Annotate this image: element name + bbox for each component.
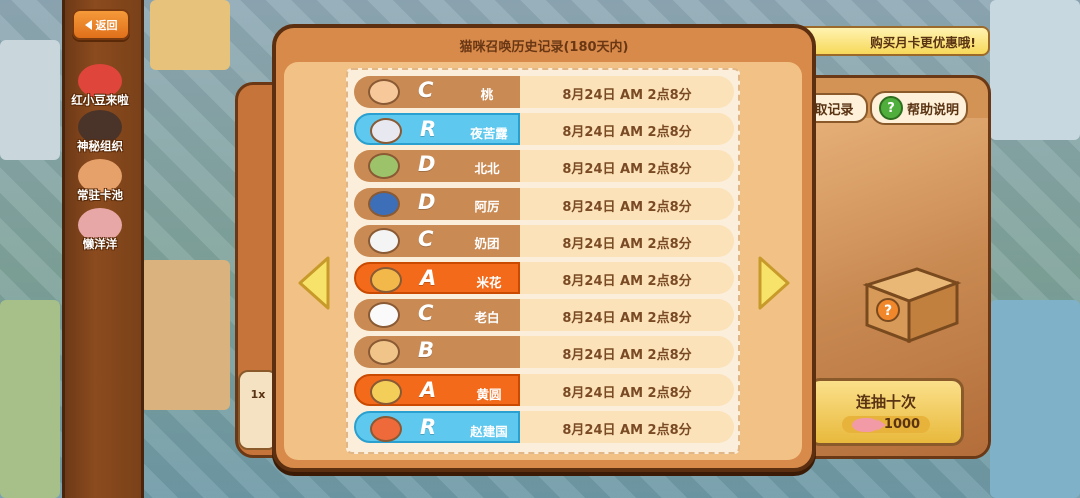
- price-value: 1000: [883, 417, 921, 432]
- grade-letter: C: [418, 226, 434, 251]
- grade-tag: A 黄圆: [354, 373, 520, 406]
- back-button[interactable]: 返回: [72, 9, 130, 40]
- history-row: A 米花 8月24日 AM 2点8分: [354, 262, 734, 294]
- cat-avatar-icon: [370, 118, 402, 145]
- cat-name: 奶团: [474, 235, 500, 251]
- grade-tag: A 米花: [354, 262, 520, 294]
- cat-name: 赵建国: [470, 423, 508, 439]
- grade-letter: R: [420, 117, 437, 142]
- mystery-box-icon: ?: [862, 267, 962, 343]
- grade-letter: C: [418, 301, 434, 326]
- grade-letter: D: [418, 152, 436, 177]
- help-label: 帮助说明: [906, 102, 959, 118]
- grade-letter: R: [420, 414, 437, 439]
- cat-avatar-icon: [370, 415, 402, 442]
- modal-title: 猫咪召唤历史记录(180天内): [459, 40, 629, 55]
- summon-history-modal: 猫咪召唤历史记录(180天内) C 桃 8月24日 AM 2点8分 R 夜苦露 8月24日…: [272, 24, 816, 472]
- grade-tag: C 老白: [354, 299, 520, 332]
- building: [0, 40, 60, 160]
- help-button[interactable]: ? 帮助说明: [870, 91, 968, 125]
- cat-avatar-icon: [368, 190, 400, 217]
- cat-avatar-icon: [370, 267, 402, 293]
- grade-tag: B: [354, 336, 520, 369]
- svg-text:?: ?: [884, 303, 892, 319]
- cat-avatar-icon: [368, 302, 400, 329]
- grade-tag: C 奶团: [354, 224, 520, 257]
- summon-time: 8月24日 AM 2点8分: [562, 274, 692, 289]
- left-arrow-icon: [298, 256, 330, 310]
- building: [990, 0, 1080, 140]
- cat-name: 桃: [480, 87, 494, 102]
- sidebar-item-hongxiaodou[interactable]: 红小豆来啦: [64, 62, 136, 110]
- cat-avatar-icon: [368, 339, 400, 366]
- grade-tag: C桃: [354, 76, 520, 108]
- summon-time: 8月24日 AM 2点8分: [562, 348, 692, 364]
- grade-letter: D: [418, 189, 436, 214]
- history-row: D 阿厉 8月24日 AM 2点8分: [354, 187, 734, 220]
- cat-avatar-icon: [368, 227, 400, 254]
- history-row: A 黄圆 8月24日 AM 2点8分: [354, 373, 734, 406]
- records-label: 取记录: [814, 102, 854, 118]
- monthly-card-banner[interactable]: 购买月卡更优惠哦!: [790, 26, 990, 56]
- cat-name: 夜苦露: [470, 126, 508, 142]
- help-question-icon: ?: [878, 96, 903, 120]
- cat-name: 米花: [476, 275, 502, 290]
- history-row: D 北北 8月24日 AM 2点8分: [354, 150, 734, 183]
- history-list[interactable]: C 桃 8月24日 AM 2点8分 R 夜苦露 8月24日 AM 2点8分 D 北北 8月24日…: [346, 68, 740, 454]
- sidebar-item-permanent-pool[interactable]: 常驻卡池: [64, 157, 136, 205]
- ten-draw-button[interactable]: 连抽十次 1000: [808, 378, 964, 446]
- grade-letter: A: [420, 266, 437, 290]
- summon-time: 8月24日 AM 2点8分: [562, 236, 692, 252]
- cat-name: 阿厉: [474, 198, 500, 214]
- ten-draw-price: 1000: [841, 416, 931, 433]
- sidebar-item-label: 懒洋洋: [82, 237, 118, 251]
- grade-tag: R 夜苦露: [354, 113, 520, 146]
- history-row: C 桃 8月24日 AM 2点8分: [354, 76, 734, 108]
- history-row: B 8月24日 AM 2点8分: [354, 336, 734, 369]
- history-row: C 奶团 8月24日 AM 2点8分: [354, 224, 734, 257]
- grade-letter: B: [418, 338, 435, 363]
- summon-time: 8月24日 AM 2点8分: [562, 125, 692, 141]
- cat-name: 北北: [474, 161, 500, 177]
- cat-avatar-icon: [368, 79, 400, 105]
- history-row: C 老白 8月24日 AM 2点8分: [354, 299, 734, 332]
- building: [140, 260, 230, 410]
- summon-time: 8月24日 AM 2点8分: [562, 311, 692, 327]
- summon-time: 8月24日 AM 2点8分: [562, 385, 692, 401]
- summon-time: 8月24日 AM 2点8分: [562, 162, 692, 178]
- history-row: R 赵建国 8月24日 AM 2点8分: [354, 410, 734, 443]
- summon-time: 8月24日 AM 2点8分: [562, 422, 692, 438]
- ten-draw-label: 连抽十次: [855, 393, 916, 411]
- grade-tag: R 赵建国: [354, 410, 520, 443]
- back-arrow-icon: [84, 19, 92, 30]
- grade-tag: D 北北: [354, 150, 520, 183]
- monthly-card-text: 购买月卡更优惠哦!: [870, 34, 976, 50]
- sidebar-item-lanyangyang[interactable]: 懒洋洋: [64, 206, 136, 254]
- sidebar-item-label: 常驻卡池: [77, 188, 123, 202]
- grade-tag: D 阿厉: [354, 187, 520, 220]
- summon-time: 8月24日 AM 2点8分: [562, 199, 692, 215]
- building: [0, 300, 60, 498]
- grade-letter: A: [420, 377, 437, 402]
- history-row: R 夜苦露 8月24日 AM 2点8分: [354, 113, 734, 146]
- right-arrow-icon: [758, 256, 790, 310]
- sidebar-item-mystery-org[interactable]: 神秘组织: [64, 108, 136, 156]
- building: [150, 0, 230, 70]
- prev-page-button[interactable]: [296, 254, 332, 312]
- fish-currency-icon: [851, 417, 886, 432]
- back-label: 返回: [95, 18, 118, 32]
- grade-letter: C: [418, 78, 434, 102]
- next-page-button[interactable]: [756, 254, 792, 312]
- summon-time: 8月24日 AM 2点8分: [562, 88, 692, 103]
- sidebar-item-label: 神秘组织: [77, 139, 123, 153]
- cat-avatar-icon: [370, 378, 402, 405]
- cat-name: 黄圆: [476, 386, 502, 402]
- cat-name: 老白: [474, 310, 500, 326]
- building: [990, 300, 1080, 498]
- modal-inner-panel: C 桃 8月24日 AM 2点8分 R 夜苦露 8月24日 AM 2点8分 D 北北 8月24日…: [284, 62, 802, 460]
- cat-avatar-icon: [368, 153, 400, 180]
